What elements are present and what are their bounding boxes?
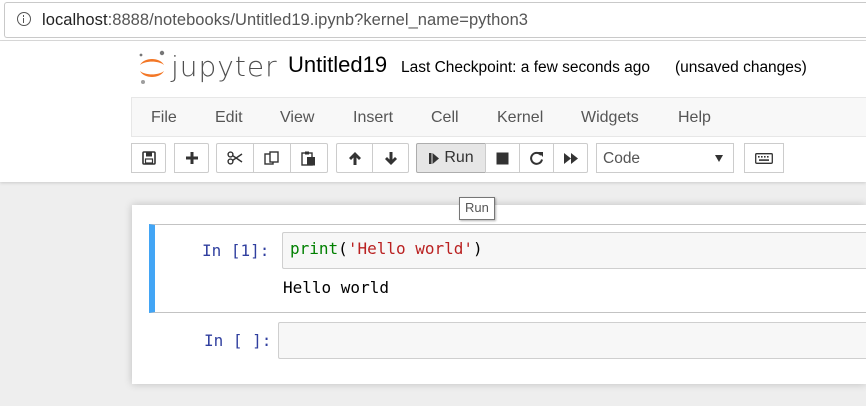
menu-kernel[interactable]: Kernel (497, 109, 543, 127)
jupyter-logo[interactable]: jupyter (137, 49, 277, 87)
url-input[interactable]: localhost:8888/notebooks/Untitled19.ipyn… (4, 2, 866, 38)
menu-widgets[interactable]: Widgets (581, 109, 639, 127)
run-all-button[interactable] (553, 143, 588, 173)
command-palette-button[interactable] (744, 143, 784, 173)
run-tooltip: Run (459, 197, 495, 220)
code-paren-close: ) (473, 239, 483, 258)
save-icon (141, 151, 156, 165)
save-button[interactable] (131, 143, 166, 173)
logo-text: jupyter (171, 50, 278, 83)
checkpoint-time: a few seconds ago (520, 59, 651, 76)
notebook-header: jupyter Untitled19 Last Checkpoint: a fe… (0, 41, 866, 182)
fast-forward-icon (563, 152, 578, 164)
code-cell-selected[interactable]: In [1]: print('Hello world') Hello world (149, 224, 866, 313)
paste-button[interactable] (290, 143, 328, 173)
menu-view[interactable]: View (280, 109, 314, 127)
keyboard-icon (755, 152, 773, 164)
cell-type-value: Code (603, 150, 641, 167)
arrow-up-icon (348, 151, 361, 165)
cut-icon (227, 151, 243, 165)
arrow-down-icon (384, 151, 397, 165)
cell-type-select[interactable]: Code (596, 143, 734, 173)
code-builtin: print (290, 239, 339, 258)
code-text: print('Hello world') (290, 239, 483, 258)
toolbar-group-run: Run (416, 143, 588, 173)
info-icon[interactable] (17, 12, 31, 26)
run-button[interactable]: Run (416, 143, 486, 173)
paste-icon (301, 151, 315, 166)
insert-cell-button[interactable] (174, 143, 209, 173)
plus-icon (185, 152, 198, 164)
input-prompt: In [1]: (202, 241, 270, 260)
menu-bar: File Edit View Insert Cell Kernel Widget… (131, 97, 866, 137)
checkpoint-label: Last Checkpoint: (401, 59, 517, 76)
copy-button[interactable] (253, 143, 291, 173)
cut-button[interactable] (216, 143, 254, 173)
jupyter-logo-icon (139, 50, 165, 84)
url-host: localhost (42, 11, 108, 29)
menu-cell[interactable]: Cell (431, 109, 459, 127)
move-up-button[interactable] (336, 143, 373, 173)
save-status: (unsaved changes) (675, 59, 807, 76)
move-down-button[interactable] (372, 143, 409, 173)
menu-help[interactable]: Help (678, 109, 711, 127)
menu-edit[interactable]: Edit (215, 109, 243, 127)
cell-output: Hello world (283, 278, 389, 297)
menu-insert[interactable]: Insert (353, 109, 393, 127)
stop-icon (496, 152, 509, 164)
code-input[interactable]: print('Hello world') (282, 232, 866, 269)
code-input-empty[interactable] (278, 322, 866, 359)
code-string: 'Hello world' (347, 239, 474, 258)
checkpoint-status: Last Checkpoint: a few seconds ago (401, 59, 650, 77)
input-prompt: In [ ]: (204, 331, 272, 350)
step-forward-icon (429, 152, 440, 164)
chevron-down-icon (715, 155, 723, 162)
copy-icon (264, 150, 279, 165)
menu-file[interactable]: File (151, 109, 177, 127)
run-button-label: Run (444, 149, 474, 166)
toolbar-group-save (131, 143, 166, 173)
code-paren-open: ( (338, 239, 348, 258)
toolbar: Run Code (131, 143, 866, 177)
toolbar-group-insert (174, 143, 209, 173)
restart-icon (530, 151, 543, 165)
url-path: :8888/notebooks/Untitled19.ipynb?kernel_… (107, 11, 529, 29)
browser-address-bar: localhost:8888/notebooks/Untitled19.ipyn… (0, 0, 866, 41)
notebook-title[interactable]: Untitled19 (288, 52, 387, 78)
interrupt-button[interactable] (485, 143, 520, 173)
restart-button[interactable] (519, 143, 554, 173)
toolbar-group-move (336, 143, 409, 173)
notebook-container: In [1]: print('Hello world') Hello world… (132, 205, 866, 384)
toolbar-group-clipboard (216, 143, 328, 173)
url-text[interactable]: localhost:8888/notebooks/Untitled19.ipyn… (42, 11, 528, 30)
